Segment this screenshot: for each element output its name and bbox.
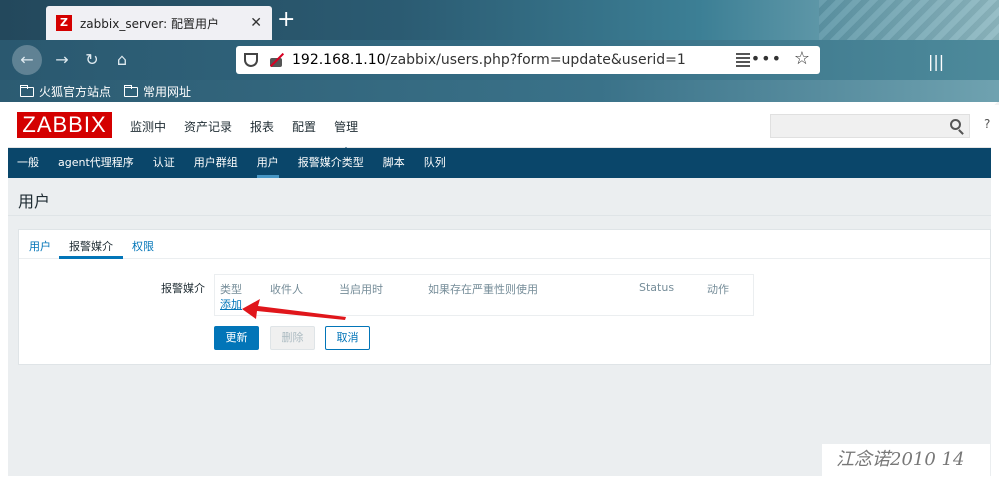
qr-code-icon[interactable]: [736, 53, 750, 67]
url-path: /zabbix/users.php?form=update&userid=1: [385, 52, 686, 68]
zabbix-favicon-icon: Z: [56, 15, 72, 31]
folder-icon: [124, 84, 138, 97]
cancel-button[interactable]: 取消: [325, 326, 370, 350]
bookmark-star-icon[interactable]: ☆: [794, 48, 810, 69]
more-actions-icon[interactable]: •••: [751, 49, 782, 68]
user-form-panel: 用户 报警媒介 权限 报警媒介 类型 收件人 当启用时 如果存在严重性则使用 S…: [18, 229, 991, 365]
library-icon[interactable]: |||: [928, 52, 944, 71]
add-media-link[interactable]: 添加: [220, 296, 242, 312]
page-content: 用户 用户 报警媒介 权限 报警媒介 类型 收件人 当启用时 如果存在严重性则使…: [8, 178, 991, 476]
zabbix-logo[interactable]: ZABBIX: [17, 112, 112, 138]
browser-tab[interactable]: Z zabbix_server: 配置用户 ✕: [46, 6, 272, 40]
url-text[interactable]: 192.168.1.10/zabbix/users.php?form=updat…: [292, 52, 686, 68]
search-icon[interactable]: [950, 119, 961, 130]
menu-reports[interactable]: 报表: [250, 118, 274, 135]
tab-title: zabbix_server: 配置用户: [80, 16, 219, 31]
zabbix-header: ZABBIX 监测中 资产记录 报表 配置 管理 ?: [8, 102, 991, 153]
forward-arrow-icon[interactable]: →: [50, 48, 74, 72]
search-input[interactable]: [770, 114, 970, 138]
menu-monitoring[interactable]: 监测中: [130, 118, 166, 135]
column-action: 动作: [707, 283, 729, 296]
bookmark-item[interactable]: 火狐官方站点: [20, 83, 111, 100]
column-status: Status: [639, 281, 675, 294]
support-icon[interactable]: ?: [984, 117, 990, 131]
main-menu: 监测中 资产记录 报表 配置 管理: [130, 118, 376, 153]
red-arrow-annotation: [242, 299, 346, 320]
submenu-authentication[interactable]: 认证: [153, 148, 175, 178]
url-host: 192.168.1.10: [292, 52, 386, 68]
back-arrow-icon[interactable]: ←: [12, 45, 42, 75]
browser-tab-bar: Z zabbix_server: 配置用户 ✕ +: [0, 0, 999, 105]
folder-icon: [20, 84, 34, 97]
submenu-queue[interactable]: 队列: [424, 148, 446, 178]
bookmarks-bar: 火狐官方站点 常用网址: [0, 80, 999, 102]
home-icon[interactable]: ⌂: [110, 48, 134, 72]
arrow-shape: [242, 299, 346, 320]
menu-configuration[interactable]: 配置: [292, 118, 316, 135]
tracking-shield-icon[interactable]: [244, 53, 258, 67]
submenu-scripts[interactable]: 脚本: [383, 148, 405, 178]
browser-nav-bar: ← → ↻ ⌂ 192.168.1.10/zabbix/users.php?fo…: [0, 40, 999, 80]
submenu-users[interactable]: 用户: [256, 148, 279, 178]
page-title: 用户: [18, 192, 51, 211]
bookmark-label: 火狐官方站点: [39, 85, 112, 99]
submenu-user-groups[interactable]: 用户群组: [194, 148, 238, 178]
delete-button[interactable]: 删除: [270, 326, 315, 350]
column-send-to: 收件人: [270, 283, 303, 296]
column-use-if-severity: 如果存在严重性则使用: [428, 283, 538, 296]
tab-media[interactable]: 报警媒介: [59, 238, 123, 259]
submenu-general[interactable]: 一般: [17, 148, 39, 178]
media-label: 报警媒介: [161, 282, 205, 295]
column-type: 类型: [220, 283, 242, 296]
bookmark-item[interactable]: 常用网址: [124, 83, 191, 100]
new-tab-button[interactable]: +: [277, 8, 295, 32]
reload-icon[interactable]: ↻: [80, 48, 104, 72]
submenu-proxies[interactable]: agent代理程序: [58, 148, 134, 178]
update-button[interactable]: 更新: [214, 326, 259, 350]
url-bar[interactable]: 192.168.1.10/zabbix/users.php?form=updat…: [236, 46, 820, 74]
page-title-bar: 用户: [8, 178, 991, 216]
column-when-active: 当启用时: [339, 283, 383, 296]
insecure-lock-icon[interactable]: [268, 52, 284, 68]
submenu-media-types[interactable]: 报警媒介类型: [298, 148, 364, 178]
form-tabs: 用户 报警媒介 权限: [19, 230, 990, 259]
watermark: 江念诺2010 14: [822, 444, 990, 476]
close-tab-icon[interactable]: ✕: [250, 15, 262, 31]
menu-administration[interactable]: 管理: [334, 118, 358, 153]
tab-user[interactable]: 用户: [29, 238, 51, 254]
sub-menu: 一般 agent代理程序 认证 用户群组 用户 报警媒介类型 脚本 队列: [8, 148, 991, 178]
bookmark-label: 常用网址: [143, 85, 192, 99]
menu-inventory[interactable]: 资产记录: [184, 118, 232, 135]
tab-permissions[interactable]: 权限: [132, 238, 154, 254]
